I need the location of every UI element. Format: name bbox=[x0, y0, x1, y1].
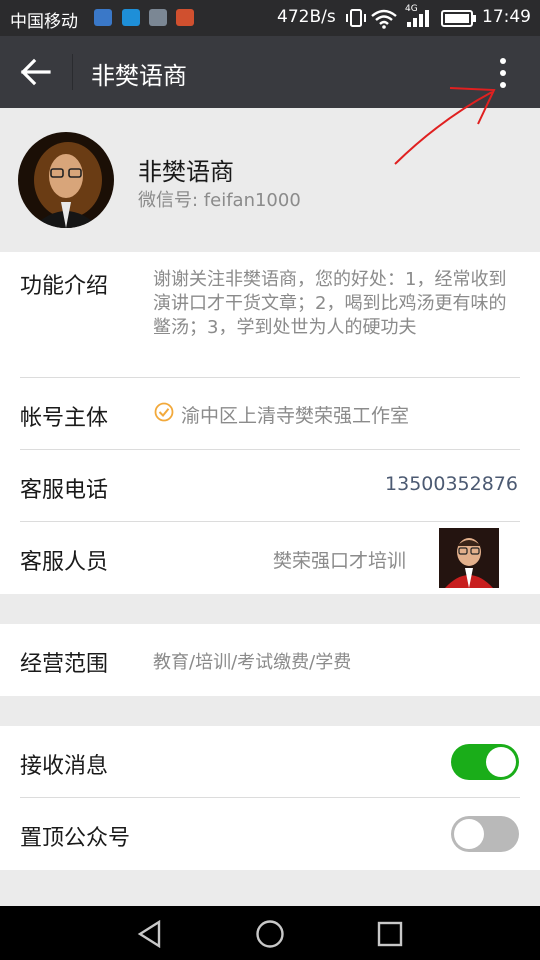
business-section: 经营范围 教育/培训/考试缴费/学费 bbox=[0, 624, 540, 696]
wifi-icon bbox=[371, 9, 397, 29]
verified-icon bbox=[154, 402, 174, 422]
intro-label: 功能介绍 bbox=[20, 274, 109, 299]
account-label: 帐号主体 bbox=[20, 406, 109, 431]
avatar[interactable] bbox=[18, 132, 114, 228]
net-speed: 472B/s bbox=[277, 7, 336, 27]
account-row: 帐号主体 渝中区上清寺樊荣强工作室 bbox=[0, 378, 540, 450]
clock: 17:49 bbox=[482, 7, 531, 27]
account-value: 渝中区上清寺樊荣强工作室 bbox=[181, 405, 410, 427]
receive-messages-row: 接收消息 bbox=[0, 726, 540, 798]
scope-row: 经营范围 教育/培训/考试缴费/学费 bbox=[0, 624, 540, 696]
phone-label: 客服电话 bbox=[20, 478, 109, 503]
info-section: 功能介绍 谢谢关注非樊语商，您的好处：1，经常收到演讲口才干货文章；2，喝到比鸡… bbox=[0, 252, 540, 594]
notification-gallery-icon bbox=[149, 9, 167, 26]
receive-messages-toggle[interactable] bbox=[451, 744, 519, 780]
battery-icon bbox=[441, 10, 476, 27]
receive-messages-label: 接收消息 bbox=[20, 754, 109, 779]
notification-app-icon bbox=[94, 9, 112, 26]
toggle-knob bbox=[486, 747, 516, 777]
notification-chat-icon bbox=[122, 9, 140, 26]
staff-name: 樊荣强口才培训 bbox=[273, 550, 407, 572]
vibrate-icon bbox=[346, 9, 366, 27]
settings-section: 接收消息 置顶公众号 bbox=[0, 726, 540, 870]
toggle-knob bbox=[454, 819, 484, 849]
staff-avatar[interactable] bbox=[439, 528, 499, 588]
scope-label: 经营范围 bbox=[20, 652, 109, 677]
recents-square-icon[interactable] bbox=[377, 921, 403, 947]
pin-account-toggle[interactable] bbox=[451, 816, 519, 852]
status-bar: 中国移动 472B/s 4G 17:49 bbox=[0, 0, 540, 36]
home-circle-icon[interactable] bbox=[255, 919, 285, 949]
pin-account-label: 置顶公众号 bbox=[20, 826, 131, 851]
pin-account-row: 置顶公众号 bbox=[0, 798, 540, 870]
staff-label: 客服人员 bbox=[20, 550, 109, 575]
account-name: 非樊语商 bbox=[138, 158, 234, 186]
intro-text: 谢谢关注非樊语商，您的好处：1，经常收到演讲口才干货文章；2，喝到比鸡汤更有味的… bbox=[153, 269, 507, 338]
intro-row: 功能介绍 谢谢关注非樊语商，您的好处：1，经常收到演讲口才干货文章；2，喝到比鸡… bbox=[0, 252, 540, 378]
back-triangle-icon[interactable] bbox=[137, 920, 163, 948]
phone-number[interactable]: 13500352876 bbox=[385, 473, 518, 495]
nav-bar: 非樊语商 bbox=[0, 36, 540, 108]
wechat-id: 微信号: feifan1000 bbox=[138, 190, 301, 211]
profile-header: 非樊语商 微信号: feifan1000 bbox=[0, 108, 540, 252]
phone-row[interactable]: 客服电话 13500352876 bbox=[0, 450, 540, 522]
page-title: 非樊语商 bbox=[91, 62, 187, 90]
staff-row[interactable]: 客服人员 樊荣强口才培训 bbox=[0, 522, 540, 594]
more-vertical-icon[interactable] bbox=[492, 56, 514, 90]
system-nav-bar bbox=[0, 906, 540, 960]
signal-icon bbox=[407, 10, 429, 27]
carrier-label: 中国移动 bbox=[10, 12, 78, 32]
notification-app2-icon bbox=[176, 9, 194, 26]
scope-value: 教育/培训/考试缴费/学费 bbox=[153, 652, 352, 673]
nav-divider bbox=[72, 54, 73, 90]
arrow-left-icon[interactable] bbox=[20, 58, 52, 86]
